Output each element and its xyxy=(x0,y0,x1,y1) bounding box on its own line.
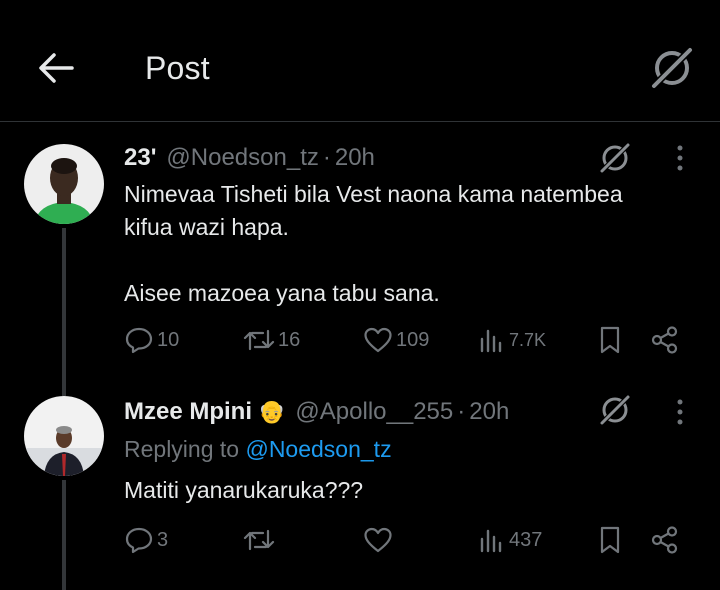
older-person-emoji-icon: 👴 xyxy=(258,399,286,424)
repost-icon xyxy=(243,329,275,351)
view-count: 7.7K xyxy=(509,329,547,350)
like-button[interactable]: 109 xyxy=(363,320,429,360)
arrow-left-icon xyxy=(39,53,74,83)
tweet-text-line: Matiti yanarukaruka??? xyxy=(124,477,364,503)
timestamp[interactable]: 20h xyxy=(469,398,509,426)
reply-count: 3 xyxy=(157,528,169,551)
heart-icon xyxy=(364,527,392,553)
tweet-text-line: Nimevaa Tisheti bila Vest naona kama nat… xyxy=(124,181,623,207)
action-bar: 10 16 109 7.7K xyxy=(0,320,720,360)
tweet-header: 23' @Noedson_tz · 20h xyxy=(124,144,375,172)
tweet-text-line: kifua wazi hapa. xyxy=(124,214,289,240)
avatar[interactable] xyxy=(24,396,104,476)
tweet-text: Matiti yanarukaruka??? xyxy=(124,474,664,507)
timestamp[interactable]: 20h xyxy=(335,144,375,172)
views-button[interactable]: 7.7K xyxy=(478,320,546,360)
bookmark-icon xyxy=(600,526,620,554)
tweet-text-line xyxy=(124,244,664,277)
view-count: 437 xyxy=(509,528,543,551)
replying-to: Replying to @Noedson_tz xyxy=(124,436,392,463)
bookmark-button[interactable] xyxy=(596,520,624,560)
tweet-text-line: Aisee mazoea yana tabu sana. xyxy=(124,280,440,306)
tweet-text: Nimevaa Tisheti bila Vest naona kama nat… xyxy=(124,178,664,310)
grok-icon[interactable] xyxy=(648,44,696,92)
top-bar: Post xyxy=(0,0,720,122)
grok-icon[interactable] xyxy=(597,140,633,176)
grok-icon[interactable] xyxy=(597,392,633,428)
share-button[interactable] xyxy=(650,320,680,360)
action-bar: 3 437 xyxy=(0,520,720,560)
more-vertical-icon xyxy=(677,145,683,171)
avatar[interactable] xyxy=(24,144,104,224)
tweet-2[interactable]: Mzee Mpini 👴 @Apollo__255 · 20h Replying… xyxy=(0,390,720,590)
share-button[interactable] xyxy=(650,520,680,560)
more-options-button[interactable] xyxy=(664,396,696,428)
display-name[interactable]: 23' xyxy=(124,144,156,172)
more-vertical-icon xyxy=(677,399,683,425)
separator-dot: · xyxy=(322,144,331,171)
replying-to-label: Replying to xyxy=(124,436,240,462)
heart-icon xyxy=(364,327,392,353)
views-icon xyxy=(480,529,502,553)
page-title: Post xyxy=(145,50,210,86)
bookmark-button[interactable] xyxy=(596,320,624,360)
reply-icon xyxy=(125,327,153,354)
handle[interactable]: @Noedson_tz xyxy=(166,144,318,172)
reply-button[interactable]: 3 xyxy=(124,520,168,560)
reply-button[interactable]: 10 xyxy=(124,320,179,360)
like-count: 109 xyxy=(396,328,430,351)
tweet-header: Mzee Mpini 👴 @Apollo__255 · 20h xyxy=(124,398,509,426)
repost-button[interactable]: 16 xyxy=(243,320,300,360)
more-options-button[interactable] xyxy=(664,142,696,174)
like-button[interactable] xyxy=(363,520,396,560)
repost-count: 16 xyxy=(278,328,301,351)
views-button[interactable]: 437 xyxy=(478,520,542,560)
thread-line xyxy=(62,228,66,390)
replying-to-handle[interactable]: @Noedson_tz xyxy=(245,436,391,462)
share-icon xyxy=(651,326,678,354)
repost-button[interactable] xyxy=(243,520,278,560)
handle[interactable]: @Apollo__255 xyxy=(295,398,453,426)
views-icon xyxy=(480,329,502,353)
share-icon xyxy=(651,526,678,554)
repost-icon xyxy=(243,529,275,551)
bookmark-icon xyxy=(600,326,620,354)
tweet-1[interactable]: 23' @Noedson_tz · 20h Nimevaa Tisheti bi… xyxy=(0,122,720,390)
reply-icon xyxy=(125,527,153,554)
reply-count: 10 xyxy=(157,328,180,351)
display-name[interactable]: Mzee Mpini xyxy=(124,398,252,426)
separator-dot: · xyxy=(457,398,466,425)
back-button[interactable] xyxy=(36,48,76,88)
